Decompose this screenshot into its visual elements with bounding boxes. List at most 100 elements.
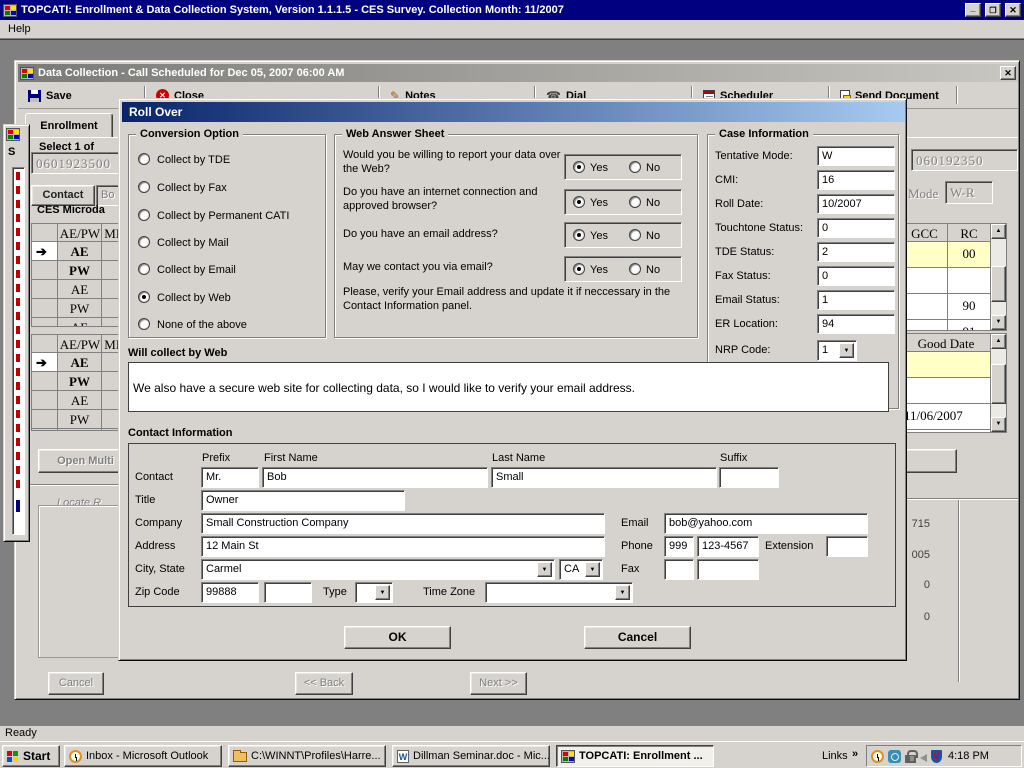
dialog-cancel-button[interactable]: Cancel (584, 626, 691, 649)
type-combo[interactable] (355, 582, 393, 603)
first-name-field[interactable]: Bob (262, 467, 488, 488)
task-button-outlook[interactable]: Inbox - Microsoft Outlook (64, 745, 222, 767)
email-field[interactable]: bob@yahoo.com (664, 513, 868, 534)
mode-label: Mode (908, 186, 938, 202)
prefix-field[interactable]: Mr. (201, 467, 259, 488)
company-field[interactable]: Small Construction Company (201, 513, 605, 534)
good-date-grid[interactable]: Good Date 11/06/2007 ▲ ▼ (901, 333, 1007, 433)
radio-q4-yes[interactable] (573, 263, 585, 275)
scroll-down-arrow[interactable]: ▼ (991, 417, 1006, 432)
minimize-button[interactable]: _ (965, 3, 981, 17)
radio-q2-yes[interactable] (573, 196, 585, 208)
chevron-down-icon[interactable] (615, 585, 630, 600)
yes-no-group-2: Yes No (564, 189, 682, 215)
tray-clock: 4:18 PM (948, 750, 989, 762)
case-id-field-right: 060192350 (911, 149, 1018, 171)
task-button-word[interactable]: W Dillman Seminar.doc - Mic... (392, 745, 550, 767)
contact-button[interactable]: Contact (31, 185, 95, 206)
email-status-field[interactable]: 1 (817, 290, 895, 310)
cancel-background-button[interactable]: Cancel (48, 672, 104, 695)
task-button-topcati[interactable]: TOPCATI: Enrollment ... (556, 745, 714, 767)
chevron-down-icon[interactable] (375, 585, 390, 600)
tray-antivirus-icon[interactable]: V (931, 750, 942, 763)
gcc-rc-grid[interactable]: GCC RC 00 90 91 ▲ ▼ (901, 223, 1007, 331)
mode-field: W-R (945, 181, 993, 204)
er-location-field[interactable]: 94 (817, 314, 895, 334)
background-window-icon (6, 128, 20, 141)
radio-q3-no[interactable] (629, 229, 641, 241)
scroll-thumb[interactable] (991, 266, 1006, 302)
radio-collect-by-email[interactable] (138, 263, 150, 275)
will-collect-caption: Will collect by Web (128, 347, 227, 359)
scroll-thumb[interactable] (991, 364, 1006, 404)
address-field[interactable]: 12 Main St (201, 536, 605, 557)
phone-area-field[interactable]: 999 (664, 536, 694, 557)
cmi-field[interactable]: 16 (817, 170, 895, 190)
close-button[interactable]: ✕ (1005, 3, 1021, 17)
tentative-mode-field[interactable]: W (817, 146, 895, 166)
radio-collect-by-mail[interactable] (138, 236, 150, 248)
scroll-up-arrow[interactable]: ▲ (991, 224, 1006, 239)
back-button[interactable]: << Back (295, 672, 353, 695)
tab-enrollment[interactable]: Enrollment (25, 113, 113, 138)
extension-field[interactable] (826, 536, 868, 557)
tray-network-icon[interactable] (888, 750, 901, 763)
state-combo[interactable]: CA (559, 559, 603, 580)
radio-q4-no[interactable] (629, 263, 641, 275)
scroll-down-arrow[interactable]: ▼ (991, 315, 1006, 330)
tray-reminder-icon[interactable] (871, 750, 884, 763)
ok-button[interactable]: OK (344, 626, 451, 649)
word-icon: W (397, 750, 409, 763)
app-title: TOPCATI: Enrollment & Data Collection Sy… (21, 4, 564, 16)
radio-q2-no[interactable] (629, 196, 641, 208)
save-button[interactable]: Save (24, 86, 76, 105)
radio-collect-by-tde[interactable] (138, 153, 150, 165)
yes-no-group-3: Yes No (564, 222, 682, 248)
data-collection-close-button[interactable]: ✕ (1000, 66, 1016, 80)
tray-volume-icon[interactable] (920, 754, 927, 762)
restore-button[interactable]: ❐ (985, 3, 1001, 17)
scroll-up-arrow[interactable]: ▲ (991, 334, 1006, 349)
title-field[interactable]: Owner (201, 490, 405, 511)
zip-code-field[interactable]: 99888 (201, 582, 259, 603)
next-button[interactable]: Next >> (470, 672, 527, 695)
radio-collect-by-permanent-cati[interactable] (138, 209, 150, 221)
radio-q1-yes[interactable] (573, 161, 585, 173)
phone-number-field[interactable]: 123-4567 (697, 536, 759, 557)
start-button[interactable]: Start (2, 745, 60, 767)
time-zone-combo[interactable] (485, 582, 633, 603)
current-row-arrow: ➔ (32, 353, 58, 371)
tde-status-field[interactable]: 2 (817, 242, 895, 262)
folder-icon (233, 752, 247, 762)
good-date-scrollbar[interactable]: ▲ ▼ (990, 334, 1006, 432)
touchtone-status-field[interactable]: 0 (817, 218, 895, 238)
radio-none-of-the-above[interactable] (138, 318, 150, 330)
roll-date-field[interactable]: 10/2007 (817, 194, 895, 214)
status-bar: Ready (0, 726, 1024, 741)
toolbar-separator (956, 86, 958, 104)
last-name-field[interactable]: Small (491, 467, 717, 488)
chevron-down-icon[interactable] (537, 562, 552, 577)
radio-collect-by-fax[interactable] (138, 181, 150, 193)
nrp-code-combo[interactable]: 1 (817, 340, 857, 361)
contact-information-caption: Contact Information (128, 427, 233, 439)
suffix-field[interactable] (719, 467, 779, 488)
radio-q3-yes[interactable] (573, 229, 585, 241)
links-chevron-icon[interactable]: » (852, 748, 858, 760)
radio-collect-by-web[interactable] (138, 291, 150, 303)
windows-flag-icon (6, 750, 20, 763)
links-toolbar[interactable]: Links (822, 750, 848, 762)
menu-help[interactable]: Help (8, 23, 31, 35)
fax-status-field[interactable]: 0 (817, 266, 895, 286)
background-window-label: S (8, 146, 15, 158)
gcc-rc-scrollbar[interactable]: ▲ ▼ (990, 224, 1006, 330)
radio-q1-no[interactable] (629, 161, 641, 173)
zip-ext-field[interactable] (264, 582, 312, 603)
task-button-explorer[interactable]: C:\WINNT\Profiles\Harre... (228, 745, 386, 767)
save-icon (28, 90, 41, 102)
city-combo[interactable]: Carmel (201, 559, 555, 580)
fax-number-field[interactable] (697, 559, 759, 580)
fax-area-field[interactable] (664, 559, 694, 580)
chevron-down-icon[interactable] (585, 562, 600, 577)
chevron-down-icon[interactable] (839, 343, 854, 358)
